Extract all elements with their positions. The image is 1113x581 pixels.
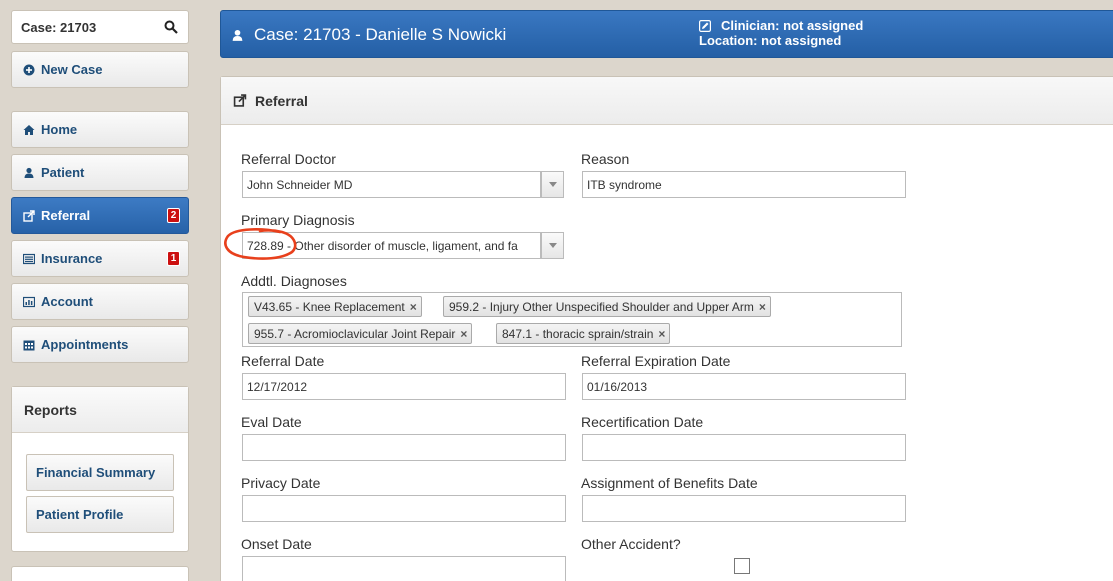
sidebar-item-label: Patient: [41, 165, 85, 180]
other-accident-label: Other Accident?: [581, 536, 681, 552]
case-header: Case: 21703 - Danielle S Nowicki Clinici…: [220, 10, 1113, 58]
other-accident-checkbox[interactable]: [734, 558, 750, 574]
case-search-value: Case: 21703: [21, 19, 97, 35]
referral-date-label: Referral Date: [241, 353, 325, 369]
financial-summary-button[interactable]: Financial Summary: [26, 454, 174, 491]
case-title-text: Case: 21703 - Danielle S Nowicki: [254, 25, 507, 44]
sidebar-item-appointments[interactable]: Appointments: [11, 326, 189, 363]
privacy-date-label: Privacy Date: [241, 475, 321, 491]
sidebar-item-label: Account: [41, 294, 93, 309]
remove-tag-icon[interactable]: ×: [658, 327, 665, 341]
share-icon: [233, 94, 247, 107]
primary-diagnosis-dropdown-arrow[interactable]: [541, 232, 564, 259]
share-icon: [23, 209, 35, 222]
panel-title: Referral: [255, 92, 308, 109]
diagnosis-tag: V43.65 - Knee Replacement ×: [248, 296, 422, 317]
onset-date-label: Onset Date: [241, 536, 312, 552]
sidebar-item-insurance[interactable]: Insurance 1: [11, 240, 189, 277]
referral-expiration-date-input[interactable]: 01/16/2013: [582, 373, 906, 400]
diagnosis-tag: 959.2 - Injury Other Unspecified Shoulde…: [443, 296, 771, 317]
sidebar-item-home[interactable]: Home: [11, 111, 189, 148]
diagnosis-tag-label: 959.2 - Injury Other Unspecified Shoulde…: [449, 299, 754, 314]
reason-label: Reason: [581, 151, 630, 167]
primary-diagnosis-label: Primary Diagnosis: [241, 212, 355, 228]
calendar-icon: [23, 340, 35, 350]
sidebar-item-label: Insurance: [41, 251, 103, 266]
user-icon: [232, 29, 243, 41]
list-icon: [23, 253, 35, 264]
eval-date-input[interactable]: [242, 434, 566, 461]
referral-date-input[interactable]: 12/17/2012: [242, 373, 566, 400]
diagnosis-tag-label: V43.65 - Knee Replacement: [254, 299, 405, 314]
case-assignment: Clinician: not assigned Location: not as…: [699, 18, 863, 48]
remove-tag-icon[interactable]: ×: [460, 327, 467, 341]
patient-profile-button[interactable]: Patient Profile: [26, 496, 174, 533]
search-icon[interactable]: [164, 20, 178, 34]
sidebar-item-label: Home: [41, 122, 78, 137]
sidebar-item-label: Appointments: [41, 337, 129, 352]
referral-doctor-dropdown-arrow[interactable]: [541, 171, 564, 198]
referral-expiration-date-label: Referral Expiration Date: [581, 353, 731, 369]
reports-title: Reports: [12, 387, 188, 433]
location-text: Location: not assigned: [699, 33, 842, 48]
additional-diagnoses-input[interactable]: V43.65 - Knee Replacement × 959.2 - Inju…: [242, 292, 902, 347]
insurance-count-badge: 1: [167, 251, 180, 266]
reason-input[interactable]: ITB syndrome: [582, 171, 906, 198]
onset-date-input[interactable]: [242, 556, 566, 581]
additional-diagnoses-label: Addtl. Diagnoses: [241, 273, 347, 289]
recertification-date-input[interactable]: [582, 434, 906, 461]
case-title: Case: 21703 - Danielle S Nowicki: [231, 25, 506, 45]
primary-diagnosis-select[interactable]: 728.89 - Other disorder of muscle, ligam…: [242, 232, 541, 259]
diagnosis-tag-label: 955.7 - Acromioclavicular Joint Repair: [254, 326, 456, 341]
referral-doctor-label: Referral Doctor: [241, 151, 336, 167]
sidebar-item-patient[interactable]: Patient: [11, 154, 189, 191]
user-icon: [24, 167, 34, 178]
new-case-button[interactable]: New Case: [11, 51, 189, 88]
remove-tag-icon[interactable]: ×: [759, 300, 766, 314]
case-search-input[interactable]: Case: 21703: [11, 10, 189, 44]
privacy-date-input[interactable]: [242, 495, 566, 522]
clinician-text: Clinician: not assigned: [721, 18, 864, 33]
eval-date-label: Eval Date: [241, 414, 302, 430]
new-case-label: New Case: [41, 62, 103, 77]
reports-panel: Reports Financial Summary Patient Profil…: [11, 386, 189, 552]
referral-doctor-select[interactable]: John Schneider MD: [242, 171, 541, 198]
referral-panel: Referral Referral Doctor John Schneider …: [220, 76, 1113, 581]
recertification-date-label: Recertification Date: [581, 414, 704, 430]
diagnosis-tag: 955.7 - Acromioclavicular Joint Repair ×: [248, 323, 473, 344]
panel-header: Referral: [221, 77, 1113, 125]
home-icon: [23, 124, 35, 135]
sidebar-item-referral[interactable]: Referral 2: [11, 197, 189, 234]
referral-count-badge: 2: [167, 208, 180, 223]
remove-tag-icon[interactable]: ×: [410, 300, 417, 314]
edit-icon[interactable]: [699, 19, 711, 32]
assignment-of-benefits-date-label: Assignment of Benefits Date: [581, 475, 758, 491]
assignment-of-benefits-date-input[interactable]: [582, 495, 906, 522]
sidebar-item-label: Referral: [41, 208, 91, 223]
bar-chart-icon: [23, 296, 35, 307]
sidebar-item-account[interactable]: Account: [11, 283, 189, 320]
diagnosis-tag-label: 847.1 - thoracic sprain/strain: [502, 326, 654, 341]
sidebar-bottom-panel: [11, 566, 189, 581]
diagnosis-tag: 847.1 - thoracic sprain/strain ×: [496, 323, 671, 344]
plus-circle-icon: [23, 64, 35, 75]
